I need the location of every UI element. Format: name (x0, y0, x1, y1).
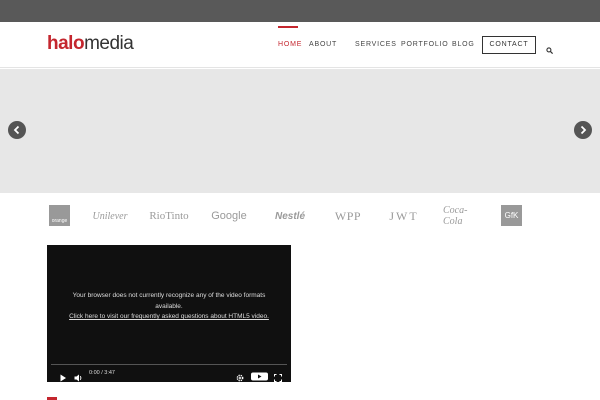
top-bar (0, 0, 600, 22)
youtube-logo-icon[interactable] (251, 368, 268, 386)
video-player[interactable]: Your browser does not currently recogniz… (47, 245, 291, 382)
site-header: halo media HOME ABOUT SERVICES PORTFOLIO… (0, 22, 600, 68)
video-error-text: Your browser does not currently recogniz… (72, 292, 266, 310)
client-logo-gfk: GfK (501, 205, 522, 226)
video-time: 0:00 / 3:47 (89, 370, 115, 376)
nav-item-home[interactable]: HOME (278, 41, 302, 48)
video-message: Your browser does not currently recogniz… (67, 291, 271, 323)
video-controls: 0:00 / 3:47 (47, 364, 291, 382)
client-logo-unilever: Unilever (92, 210, 128, 222)
fullscreen-icon[interactable] (274, 369, 282, 387)
client-logo-nestle: Nestlé (274, 210, 305, 222)
client-logo-riotinto: RioTinto (149, 210, 189, 222)
client-logo-jwt: JWT (389, 208, 419, 223)
video-progress-bar[interactable] (51, 364, 287, 365)
slider-prev-button[interactable] (8, 121, 26, 139)
client-logo-cocacola: Coca-Cola (443, 205, 468, 227)
volume-icon[interactable] (74, 369, 83, 387)
chevron-right-icon (580, 125, 587, 135)
play-icon[interactable] (59, 369, 67, 387)
nav-item-blog[interactable]: BLOG (452, 41, 475, 48)
nav-item-portfolio[interactable]: PORTFOLIO (401, 41, 449, 48)
hero-slider (0, 69, 600, 193)
contact-button[interactable]: CONTACT (482, 36, 536, 54)
chevron-left-icon (13, 125, 20, 135)
client-logo-orange: orange (49, 205, 70, 226)
nav-active-indicator (278, 26, 298, 28)
client-logo-wpp: WPP (334, 208, 362, 223)
settings-gear-icon[interactable] (236, 369, 244, 387)
client-logo-google: Google (211, 210, 247, 222)
main-nav: HOME ABOUT SERVICES PORTFOLIO BLOG CONTA… (0, 22, 600, 68)
search-icon[interactable] (546, 41, 554, 55)
slider-next-button[interactable] (574, 121, 592, 139)
client-logos: orange Unilever RioTinto Google Nestlé W… (0, 196, 600, 236)
nav-item-services[interactable]: SERVICES (355, 41, 397, 48)
nav-item-about[interactable]: ABOUT (309, 41, 337, 48)
video-help-link[interactable]: Click here to visit our frequently asked… (67, 312, 271, 323)
